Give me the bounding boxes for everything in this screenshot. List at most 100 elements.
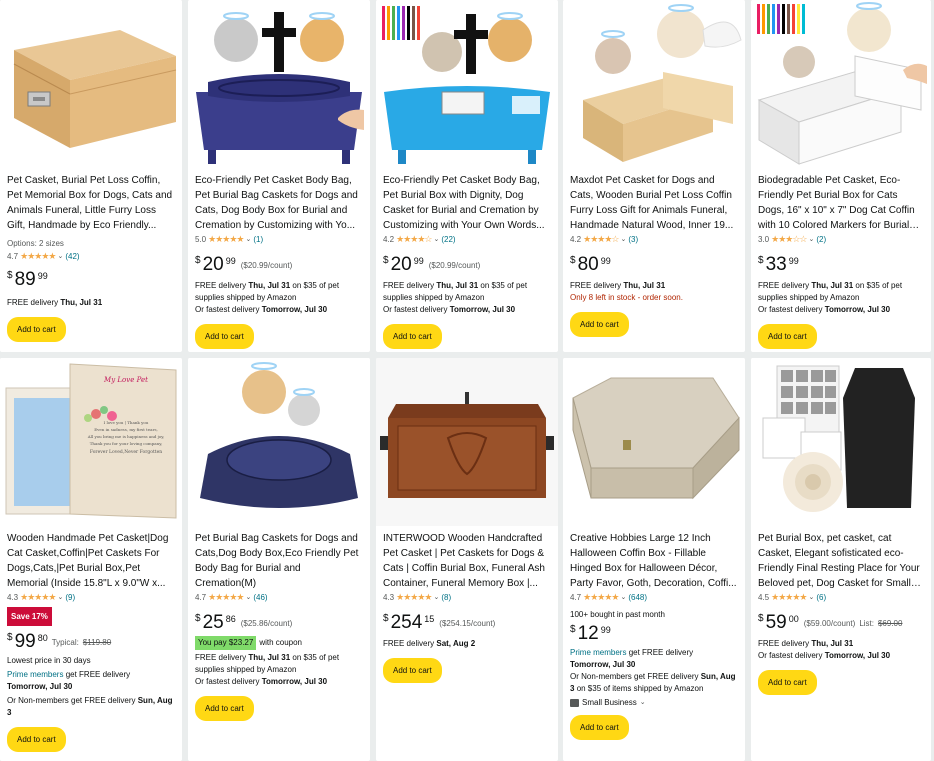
add-to-cart-button[interactable]: Add to cart	[195, 696, 254, 721]
discount-badge: Save 17%	[7, 607, 52, 626]
product-image[interactable]	[376, 358, 558, 526]
nonmember-label: Or Non-members get FREE delivery	[570, 672, 699, 681]
chevron-down-icon[interactable]: ⌄	[245, 591, 251, 604]
unit-price: ($20.99/count)	[428, 261, 481, 270]
delivery-label: FREE delivery	[758, 281, 810, 290]
product-card[interactable]: INTERWOOD Wooden Handcrafted Pet Casket …	[376, 358, 558, 761]
price[interactable]: $ 20 99 ($20.99/count)	[195, 254, 364, 278]
add-to-cart-button[interactable]: Add to cart	[7, 317, 66, 342]
price[interactable]: $ 59 00 ($59.00/count) List: $69.00	[758, 612, 925, 636]
chevron-down-icon[interactable]: ⌄	[57, 250, 63, 263]
product-title[interactable]: Creative Hobbies Large 12 Inch Halloween…	[570, 531, 739, 591]
product-title[interactable]: Biodegradable Pet Casket, Eco-Friendly P…	[758, 173, 925, 233]
add-to-cart-button[interactable]: Add to cart	[758, 324, 817, 349]
add-to-cart-button[interactable]: Add to cart	[383, 658, 442, 683]
review-count[interactable]: (8)	[441, 591, 451, 604]
review-count[interactable]: (3)	[628, 233, 638, 246]
add-to-cart-button[interactable]: Add to cart	[195, 324, 254, 349]
chevron-down-icon[interactable]: ⌄	[808, 591, 814, 604]
stock-warning: Only 8 left in stock - order soon.	[570, 293, 683, 302]
rating[interactable]: 5.0 ★★★★★ ⌄ (1)	[195, 233, 364, 246]
rating[interactable]: 4.2 ★★★★☆ ⌄ (3)	[570, 233, 739, 246]
product-card[interactable]: My Love Pet I love you | Thank you Even …	[0, 358, 182, 761]
lowest-price-note: Lowest price in 30 days	[7, 656, 91, 665]
price[interactable]: $ 12 99	[570, 623, 739, 647]
review-count[interactable]: (648)	[628, 591, 647, 604]
price[interactable]: $ 80 99	[570, 254, 739, 278]
rating[interactable]: 3.0 ★★★☆☆ ⌄ (2)	[758, 233, 925, 246]
product-image[interactable]	[563, 0, 745, 168]
product-card[interactable]: Pet Burial Bag Caskets for Dogs and Cats…	[188, 358, 370, 761]
review-count[interactable]: (22)	[441, 233, 455, 246]
add-to-cart-button[interactable]: Add to cart	[7, 727, 66, 752]
review-count[interactable]: (9)	[65, 591, 75, 604]
chevron-down-icon[interactable]: ⌄	[620, 591, 626, 604]
rating-value: 4.5	[758, 593, 770, 602]
add-to-cart-button[interactable]: Add to cart	[758, 670, 817, 695]
product-title[interactable]: INTERWOOD Wooden Handcrafted Pet Casket …	[383, 531, 552, 591]
product-title[interactable]: Wooden Handmade Pet Casket|Dog Cat Caske…	[7, 531, 176, 591]
price[interactable]: $ 33 99	[758, 254, 925, 278]
chevron-down-icon[interactable]: ⌄	[620, 233, 626, 246]
review-count[interactable]: (1)	[253, 233, 263, 246]
review-count[interactable]: (6)	[816, 591, 826, 604]
chevron-down-icon[interactable]: ⌄	[433, 591, 439, 604]
chevron-down-icon[interactable]: ⌄	[433, 233, 439, 246]
rating[interactable]: 4.3 ★★★★★ ⌄ (8)	[383, 591, 552, 604]
product-title[interactable]: Pet Burial Box, pet casket, cat Casket, …	[758, 531, 925, 591]
product-title[interactable]: Pet Casket, Burial Pet Loss Coffin, Pet …	[7, 173, 176, 233]
price[interactable]: $ 254 15 ($254.15/count)	[383, 612, 552, 636]
product-image[interactable]	[188, 358, 370, 526]
product-image[interactable]	[0, 0, 182, 168]
casket-lid-line: Forever Loved,Never Forgotten	[89, 450, 163, 455]
prime-label[interactable]: Prime members	[7, 670, 63, 679]
chevron-down-icon[interactable]: ⌄	[640, 697, 646, 709]
fastest-date: Tomorrow, Jul 30	[261, 305, 328, 314]
product-card[interactable]: Creative Hobbies Large 12 Inch Halloween…	[563, 358, 745, 761]
unit-price: ($254.15/count)	[439, 619, 496, 628]
add-to-cart-button[interactable]: Add to cart	[570, 715, 629, 740]
product-card[interactable]: Eco-Friendly Pet Casket Body Bag, Pet Bu…	[188, 0, 370, 352]
chevron-down-icon[interactable]: ⌄	[245, 233, 251, 246]
rating[interactable]: 4.7 ★★★★★ ⌄ (42)	[7, 250, 176, 263]
product-image[interactable]	[376, 0, 558, 168]
rating[interactable]: 4.7 ★★★★★ ⌄ (46)	[195, 591, 364, 604]
price-fraction: 99	[600, 256, 611, 266]
chevron-down-icon[interactable]: ⌄	[808, 233, 814, 246]
add-to-cart-button[interactable]: Add to cart	[383, 324, 442, 349]
product-card[interactable]: Eco-Friendly Pet Casket Body Bag, Pet Bu…	[376, 0, 558, 352]
product-image[interactable]	[751, 0, 931, 168]
product-image[interactable]: My Love Pet I love you | Thank you Even …	[0, 358, 182, 526]
product-card[interactable]: Pet Casket, Burial Pet Loss Coffin, Pet …	[0, 0, 182, 352]
product-image[interactable]	[563, 358, 745, 526]
product-card[interactable]: Biodegradable Pet Casket, Eco-Friendly P…	[751, 0, 931, 352]
size-options[interactable]: Options: 2 sizes	[7, 237, 176, 250]
price[interactable]: $ 99 80 Typical: $119.80	[7, 631, 176, 655]
product-image[interactable]	[188, 0, 370, 168]
review-count[interactable]: (46)	[253, 591, 267, 604]
product-card[interactable]: Maxdot Pet Casket for Dogs and Cats, Woo…	[563, 0, 745, 352]
price[interactable]: $ 25 86 ($25.86/count)	[195, 612, 364, 636]
rating[interactable]: 4.2 ★★★★☆ ⌄ (22)	[383, 233, 552, 246]
product-title[interactable]: Maxdot Pet Casket for Dogs and Cats, Woo…	[570, 173, 739, 233]
price[interactable]: $ 89 99	[7, 269, 176, 293]
fastest-delivery: Or fastest delivery Tomorrow, Jul 30	[195, 676, 364, 688]
product-title[interactable]: Pet Burial Bag Caskets for Dogs and Cats…	[195, 531, 364, 591]
chevron-down-icon[interactable]: ⌄	[57, 591, 63, 604]
price[interactable]: $ 20 99 ($20.99/count)	[383, 254, 552, 278]
rating[interactable]: 4.7 ★★★★★ ⌄ (648)	[570, 591, 739, 604]
product-title[interactable]: Eco-Friendly Pet Casket Body Bag, Pet Bu…	[383, 173, 552, 233]
product-title[interactable]: Eco-Friendly Pet Casket Body Bag, Pet Bu…	[195, 173, 364, 233]
product-card[interactable]: Pet Burial Box, pet casket, cat Casket, …	[751, 358, 931, 761]
product-image[interactable]	[751, 358, 931, 526]
price-currency: $	[195, 613, 201, 624]
small-business-badge[interactable]: Small Business ⌄	[570, 697, 739, 709]
review-count[interactable]: (42)	[65, 250, 79, 263]
delivery-info: FREE delivery Thu, Jul 31 on $35 of pet …	[758, 280, 925, 304]
prime-label[interactable]: Prime members	[570, 648, 626, 657]
review-count[interactable]: (2)	[816, 233, 826, 246]
rating[interactable]: 4.3 ★★★★★ ⌄ (9)	[7, 591, 176, 604]
add-to-cart-button[interactable]: Add to cart	[570, 312, 629, 337]
rating[interactable]: 4.5 ★★★★★ ⌄ (6)	[758, 591, 925, 604]
list-label: List:	[859, 619, 874, 628]
